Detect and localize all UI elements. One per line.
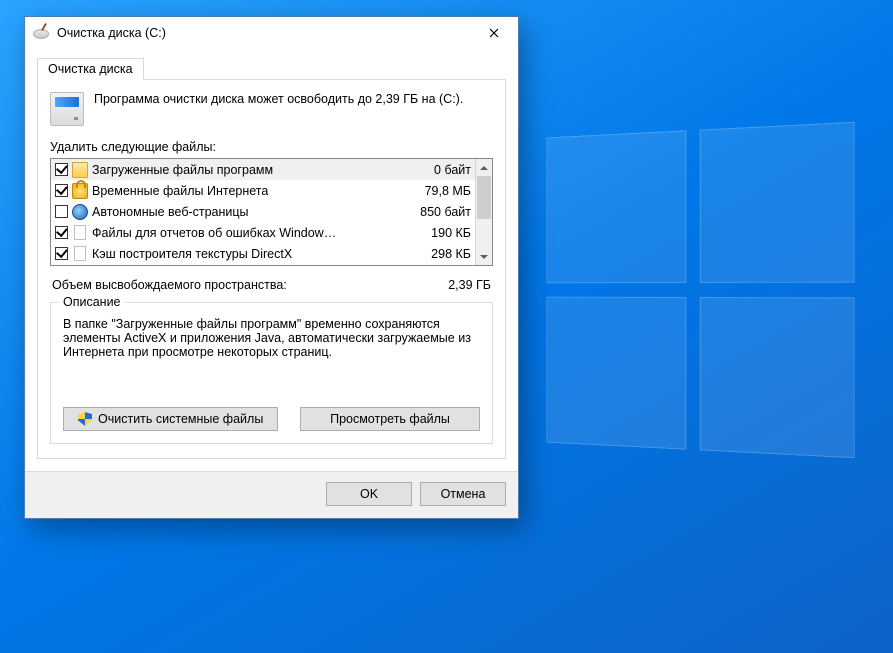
file-size: 79,8 МБ <box>425 184 475 198</box>
titlebar[interactable]: Очистка диска (C:) <box>25 17 518 49</box>
total-row: Объем высвобождаемого пространства: 2,39… <box>52 278 491 292</box>
scrollbar[interactable] <box>475 159 492 265</box>
file-size: 850 байт <box>420 205 475 219</box>
file-list[interactable]: Загруженные файлы программ 0 байт Временны… <box>51 159 475 265</box>
description-legend: Описание <box>59 295 125 309</box>
file-checkbox[interactable] <box>55 163 68 176</box>
file-row[interactable]: Файлы для отчетов об ошибках Window… 190 … <box>51 222 475 243</box>
ok-label: OK <box>360 487 378 501</box>
close-icon <box>489 28 499 38</box>
intro-text: Программа очистки диска может освободить… <box>94 92 463 126</box>
tab-cleanup[interactable]: Очистка диска <box>37 58 144 80</box>
scroll-thumb[interactable] <box>477 176 491 219</box>
file-row[interactable]: Загруженные файлы программ 0 байт <box>51 159 475 180</box>
file-label: Файлы для отчетов об ошибках Window… <box>92 226 427 240</box>
disk-cleanup-icon <box>33 25 49 41</box>
disk-cleanup-dialog: Очистка диска (C:) Очистка диска Програм… <box>24 16 519 519</box>
file-icon <box>74 225 86 240</box>
file-label: Кэш построителя текстуры DirectX <box>92 247 427 261</box>
total-value: 2,39 ГБ <box>448 278 491 292</box>
ok-button[interactable]: OK <box>326 482 412 506</box>
chevron-up-icon <box>480 164 488 172</box>
total-label: Объем высвобождаемого пространства: <box>52 278 287 292</box>
tab-strip: Очистка диска <box>37 57 506 80</box>
lock-icon <box>72 183 88 199</box>
file-size: 190 КБ <box>431 226 475 240</box>
description-group: Описание В папке "Загруженные файлы прог… <box>50 302 493 444</box>
file-icon <box>74 246 86 261</box>
cancel-label: Отмена <box>441 487 486 501</box>
chevron-down-icon <box>480 253 488 261</box>
file-row[interactable]: Автономные веб-страницы 850 байт <box>51 201 475 222</box>
file-label: Временные файлы Интернета <box>92 184 421 198</box>
clean-system-label: Очистить системные файлы <box>98 412 263 426</box>
scroll-track[interactable] <box>476 176 492 248</box>
globe-icon <box>72 204 88 220</box>
delete-files-label: Удалить следующие файлы: <box>50 140 493 154</box>
file-size: 298 КБ <box>431 247 475 261</box>
window-title: Очистка диска (C:) <box>55 26 472 40</box>
file-size: 0 байт <box>434 163 475 177</box>
file-checkbox[interactable] <box>55 226 68 239</box>
tab-panel: Программа очистки диска может освободить… <box>37 79 506 459</box>
cancel-button[interactable]: Отмена <box>420 482 506 506</box>
group-button-row: Очистить системные файлы Просмотреть фай… <box>63 407 480 431</box>
scroll-up-button[interactable] <box>476 159 492 176</box>
folder-icon <box>72 162 88 178</box>
file-label: Загруженные файлы программ <box>92 163 430 177</box>
file-list-container: Загруженные файлы программ 0 байт Временны… <box>50 158 493 266</box>
view-files-button[interactable]: Просмотреть файлы <box>300 407 480 431</box>
uac-shield-icon <box>78 412 92 426</box>
drive-icon <box>50 92 84 126</box>
view-files-label: Просмотреть файлы <box>330 412 450 426</box>
clean-system-files-button[interactable]: Очистить системные файлы <box>63 407 278 431</box>
file-label: Автономные веб-страницы <box>92 205 416 219</box>
client-area: Очистка диска Программа очистки диска мо… <box>25 49 518 471</box>
file-checkbox[interactable] <box>55 205 68 218</box>
file-checkbox[interactable] <box>55 184 68 197</box>
close-button[interactable] <box>472 18 516 48</box>
file-row[interactable]: Временные файлы Интернета 79,8 МБ <box>51 180 475 201</box>
windows-logo <box>546 122 854 458</box>
dialog-footer: OK Отмена <box>25 471 518 518</box>
intro-row: Программа очистки диска может освободить… <box>50 92 493 126</box>
file-checkbox[interactable] <box>55 247 68 260</box>
file-row[interactable]: Кэш построителя текстуры DirectX 298 КБ <box>51 243 475 264</box>
description-text: В папке "Загруженные файлы программ" вре… <box>63 317 480 395</box>
scroll-down-button[interactable] <box>476 248 492 265</box>
